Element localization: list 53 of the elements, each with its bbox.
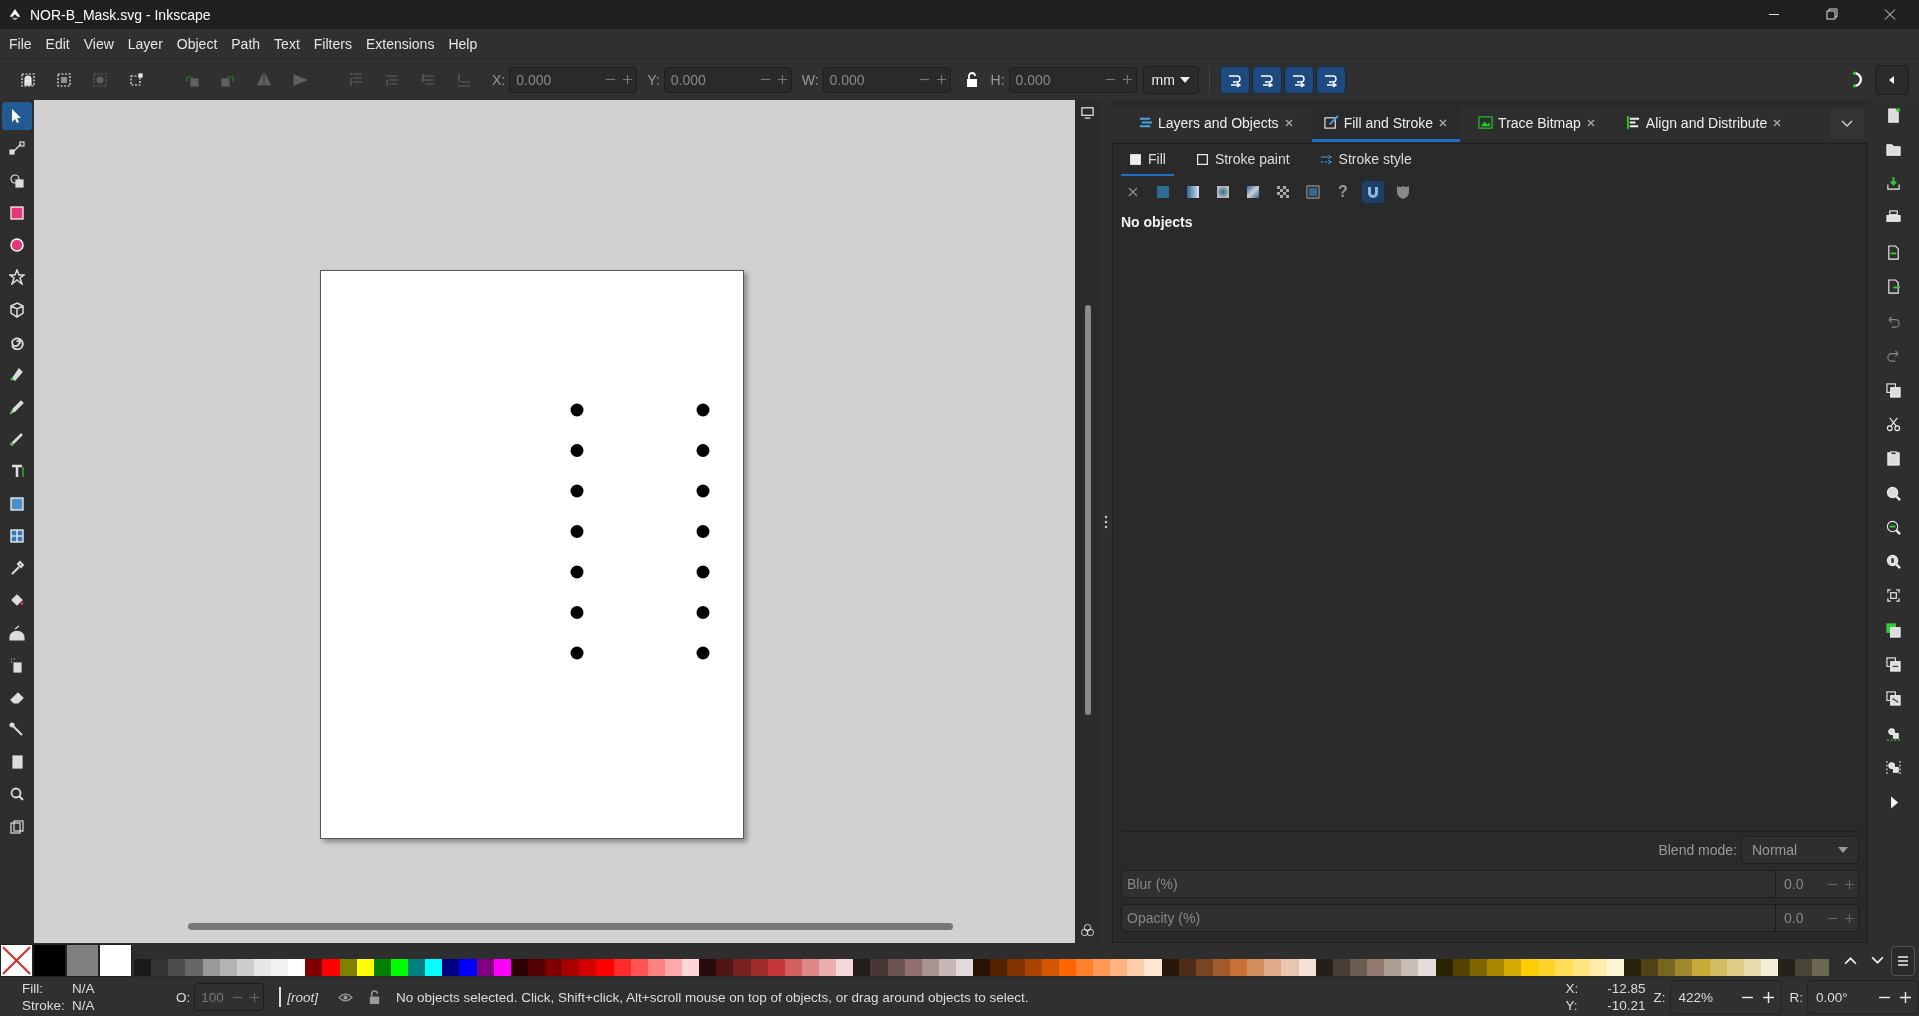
subtab-label: Fill xyxy=(1148,151,1166,167)
tab-label: Fill and Stroke xyxy=(1343,114,1434,131)
dialog-tab[interactable]: Fill and Stroke xyxy=(1311,106,1461,142)
cursor-y-value: -10.21 xyxy=(1606,997,1646,1014)
cursor-x-value: -12.85 xyxy=(1606,980,1646,997)
field-label: H: xyxy=(990,71,1005,88)
slider-value[interactable]: 0.0 xyxy=(1776,876,1824,892)
field-label: Y: xyxy=(647,71,660,88)
subtab-label: Stroke style xyxy=(1338,151,1412,167)
rotation-field[interactable]: 0.00° xyxy=(1807,980,1919,1014)
menu-item[interactable]: Help xyxy=(441,32,485,55)
opacity-label: O: xyxy=(176,989,191,1005)
unknown-paint-button[interactable]: ? xyxy=(1331,180,1355,204)
slider-track[interactable]: Blur (%) xyxy=(1122,871,1776,897)
dialog-tab[interactable]: Trace Bitmap xyxy=(1466,106,1608,142)
dialog-tab[interactable]: Align and Distribute xyxy=(1613,106,1795,142)
menu-item[interactable]: Text xyxy=(267,32,307,55)
subtab[interactable]: Stroke style xyxy=(1311,144,1420,176)
menu-item[interactable]: Filters xyxy=(306,32,359,55)
menu-item[interactable]: Layer xyxy=(120,32,170,55)
zoom-field[interactable]: 422% xyxy=(1669,980,1782,1014)
tab-label: Trace Bitmap xyxy=(1498,114,1581,131)
menu-item[interactable]: Path xyxy=(224,32,268,55)
slider-track[interactable]: Opacity (%) xyxy=(1122,905,1776,931)
subtab[interactable]: Stroke paint xyxy=(1187,144,1298,176)
unit-dropdown[interactable]: mm xyxy=(1142,65,1199,94)
menu-item[interactable]: File xyxy=(2,32,39,55)
window-title: NOR-B_Mask.svg - Inkscape xyxy=(30,6,211,23)
stroke-value: N/A xyxy=(72,997,95,1014)
status-message: No objects selected. Click, Shift+click, Alt+scroll mouse on top of objects, or drag around objects to select. xyxy=(396,989,1029,1005)
menu-item[interactable]: Extensions xyxy=(358,32,442,55)
field-label: X: xyxy=(492,71,506,88)
zoom-label: Z: xyxy=(1653,989,1666,1005)
menu-item[interactable]: Edit xyxy=(38,32,77,55)
menu-item[interactable]: View xyxy=(76,32,121,55)
fill-label: Fill: xyxy=(22,980,44,997)
cursor-y-label: Y: xyxy=(1565,997,1578,1014)
tab-label: Align and Distribute xyxy=(1645,114,1768,131)
menu-item[interactable]: Object xyxy=(169,32,225,55)
fill-value: N/A xyxy=(72,980,95,997)
stroke-label: Stroke: xyxy=(22,997,66,1014)
field-label: W: xyxy=(801,71,819,88)
layer-dropdown[interactable]: [root] xyxy=(287,989,319,1005)
cursor-x-label: X: xyxy=(1565,980,1579,997)
blend-mode-label: Blend mode: xyxy=(1658,842,1737,858)
status-message: No objects xyxy=(1121,214,1194,230)
slider-value[interactable]: 0.0 xyxy=(1776,910,1824,926)
tab-label: Layers and Objects xyxy=(1158,114,1279,131)
blend-mode-dropdown[interactable]: Normal xyxy=(1741,836,1859,864)
subtab[interactable]: Fill xyxy=(1121,144,1174,176)
subtab-label: Stroke paint xyxy=(1214,151,1290,167)
rotation-label: R: xyxy=(1789,989,1803,1005)
dialog-tab[interactable]: Layers and Objects xyxy=(1126,106,1306,142)
